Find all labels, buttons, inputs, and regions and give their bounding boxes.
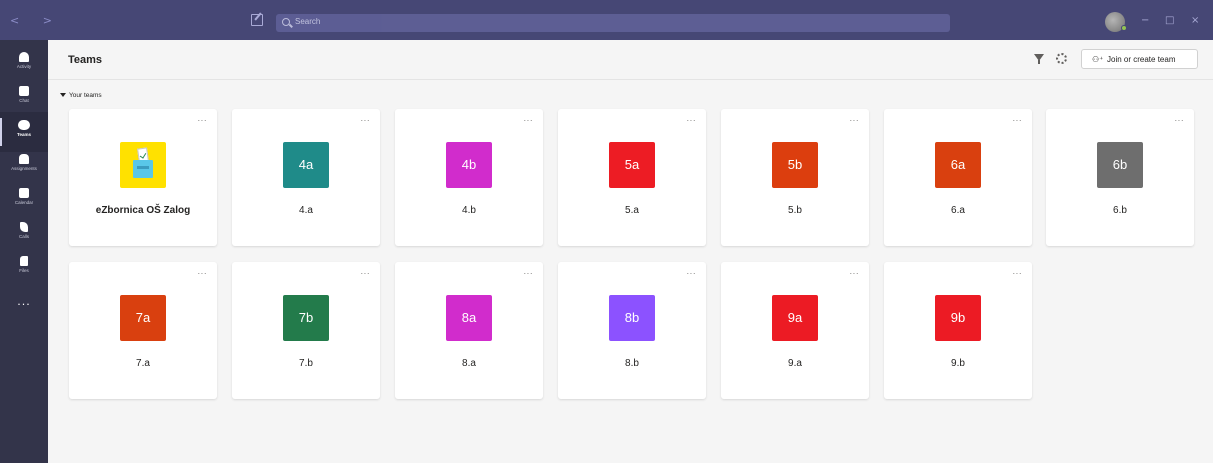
more-apps-button[interactable]: ···: [0, 298, 48, 311]
page-header: Teams ⚇⁺ Join or create team: [48, 40, 1213, 80]
team-tile: 4a: [283, 142, 329, 188]
calendar-icon: [19, 188, 29, 198]
section-label: Your teams: [69, 92, 102, 99]
team-name: 7.a: [136, 358, 150, 369]
team-name: 5.a: [625, 205, 639, 216]
filter-icon[interactable]: [1034, 54, 1044, 64]
search-icon: [282, 18, 290, 26]
team-card-6b[interactable]: ··· 6b 6.b: [1046, 109, 1194, 246]
team-name: 9.b: [951, 358, 965, 369]
team-name: 5.b: [788, 205, 802, 216]
more-options-icon[interactable]: ···: [687, 269, 697, 278]
ballot-box-icon: [133, 160, 153, 178]
more-options-icon[interactable]: ···: [524, 269, 534, 278]
more-options-icon[interactable]: ···: [524, 116, 534, 125]
more-options-icon[interactable]: ···: [850, 116, 860, 125]
team-name: 4.b: [462, 205, 476, 216]
rail-item-files[interactable]: Files: [0, 248, 48, 288]
team-card-5a[interactable]: ··· 5a 5.a: [558, 109, 706, 246]
team-tile: 6a: [935, 142, 981, 188]
add-team-icon: ⚇⁺: [1092, 55, 1104, 64]
file-icon: [20, 256, 28, 266]
team-card-7b[interactable]: ··· 7b 7.b: [232, 262, 380, 399]
app-rail: Activity Chat Teams Assignments Calendar…: [0, 40, 48, 463]
team-card-9b[interactable]: ··· 9b 9.b: [884, 262, 1032, 399]
team-name: 8.b: [625, 358, 639, 369]
team-tile: 7a: [120, 295, 166, 341]
compose-icon[interactable]: [251, 14, 263, 26]
team-tile: 5a: [609, 142, 655, 188]
team-card-9a[interactable]: ··· 9a 9.a: [721, 262, 869, 399]
bell-icon: [19, 52, 29, 62]
more-options-icon[interactable]: ···: [198, 269, 208, 278]
your-teams-toggle[interactable]: Your teams: [60, 92, 102, 99]
team-tile: 6b: [1097, 142, 1143, 188]
team-name: 9.a: [788, 358, 802, 369]
search-box[interactable]: Search: [276, 14, 950, 32]
team-card-8b[interactable]: ··· 8b 8.b: [558, 262, 706, 399]
more-options-icon[interactable]: ···: [1013, 116, 1023, 125]
team-name: 4.a: [299, 205, 313, 216]
teams-icon: [18, 120, 30, 130]
presence-dot: [1121, 25, 1127, 31]
search-placeholder: Search: [295, 17, 321, 26]
team-tile: 8a: [446, 295, 492, 341]
team-name: eZbornica OŠ Zalog: [95, 205, 191, 216]
more-options-icon[interactable]: ···: [687, 116, 697, 125]
join-or-create-team-button[interactable]: ⚇⁺ Join or create team: [1081, 49, 1198, 69]
more-options-icon[interactable]: ···: [361, 269, 371, 278]
team-card-4a[interactable]: ··· 4a 4.a: [232, 109, 380, 246]
team-name: 6.a: [951, 205, 965, 216]
team-name: 8.a: [462, 358, 476, 369]
team-card-6a[interactable]: ··· 6a 6.a: [884, 109, 1032, 246]
team-tile: 8b: [609, 295, 655, 341]
team-card-4b[interactable]: ··· 4b 4.b: [395, 109, 543, 246]
join-button-label: Join or create team: [1107, 55, 1176, 64]
team-tile: 9b: [935, 295, 981, 341]
team-tile: 9a: [772, 295, 818, 341]
more-options-icon[interactable]: ···: [1175, 116, 1185, 125]
more-options-icon[interactable]: ···: [361, 116, 371, 125]
team-name: 7.b: [299, 358, 313, 369]
team-tile: 4b: [446, 142, 492, 188]
team-card-ezbornica[interactable]: ··· eZbornica OŠ Zalog: [69, 109, 217, 246]
more-options-icon[interactable]: ···: [1013, 269, 1023, 278]
backpack-icon: [19, 154, 29, 164]
team-card-5b[interactable]: ··· 5b 5.b: [721, 109, 869, 246]
caret-down-icon: [60, 93, 66, 98]
maximize-button[interactable]: □: [1165, 15, 1174, 26]
more-options-icon[interactable]: ···: [198, 116, 208, 125]
team-card-7a[interactable]: ··· 7a 7.a: [69, 262, 217, 399]
title-bar: < > Search − □ ×: [0, 0, 1213, 40]
back-forward-arrows[interactable]: < >: [10, 14, 62, 27]
team-tile: 5b: [772, 142, 818, 188]
team-name: 6.b: [1113, 205, 1127, 216]
team-logo: [120, 142, 166, 188]
close-button[interactable]: ×: [1191, 15, 1199, 26]
gear-icon[interactable]: [1056, 53, 1067, 64]
minimize-button[interactable]: −: [1141, 15, 1149, 26]
team-card-8a[interactable]: ··· 8a 8.a: [395, 262, 543, 399]
page-title: Teams: [68, 54, 103, 66]
more-options-icon[interactable]: ···: [850, 269, 860, 278]
team-tile: 7b: [283, 295, 329, 341]
chat-icon: [19, 86, 29, 96]
phone-icon: [20, 222, 28, 232]
